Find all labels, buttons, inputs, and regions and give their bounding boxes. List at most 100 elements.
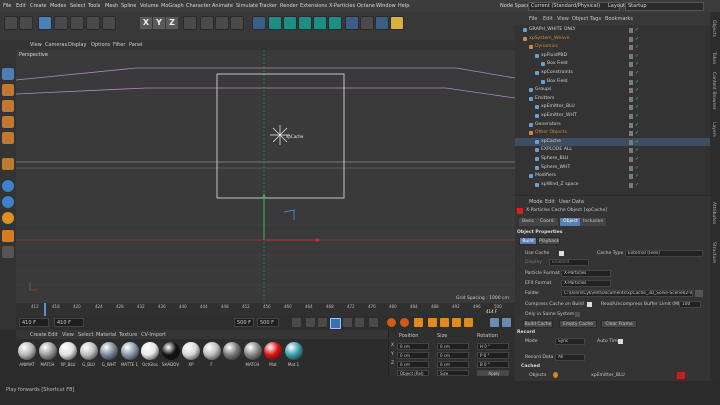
enabled-check-icon[interactable]: ✓ [635, 45, 640, 50]
enabled-check-icon[interactable]: ✓ [635, 131, 640, 136]
next-frame-icon[interactable] [343, 318, 352, 327]
enabled-check-icon[interactable]: ✓ [635, 28, 640, 33]
enabled-check-icon[interactable]: ✓ [635, 96, 640, 102]
object-list-item[interactable]: Sphere_WHT ✓ [515, 164, 710, 173]
vp-menu-filter[interactable]: Filter [113, 42, 125, 48]
environment-icon[interactable] [360, 16, 374, 30]
mat-menu-create[interactable]: Create [30, 332, 47, 338]
render-settings-icon[interactable] [230, 16, 244, 30]
lock-workplane-icon[interactable] [2, 212, 14, 224]
move-tool-icon[interactable] [54, 16, 68, 30]
object-list-item[interactable]: xpCache ✓ [515, 137, 710, 147]
vtab-layers[interactable]: Layers [711, 122, 716, 137]
compress-cache-checkbox[interactable] [587, 302, 592, 307]
visibility-dots-icon[interactable] [629, 88, 633, 94]
menu-animate[interactable]: Animate [212, 3, 233, 9]
clear-frame-button[interactable]: Clear Frame [601, 320, 637, 328]
y-axis-lock-button[interactable]: Y [153, 17, 165, 29]
timeline-ruler[interactable]: 412 418 420 424 428 432 436 440 444 448 … [16, 303, 515, 316]
apply-button[interactable]: Apply [477, 370, 509, 376]
menu-extensions[interactable]: Extensions [300, 3, 327, 9]
enabled-check-icon[interactable]: ✓ [635, 79, 640, 85]
object-list-item[interactable]: Generators ✓ [515, 121, 710, 130]
vp-menu-cameras[interactable]: Cameras [45, 42, 67, 48]
visibility-dots-icon[interactable] [629, 182, 633, 188]
material-swatch[interactable] [59, 342, 77, 360]
visibility-dots-icon[interactable] [629, 71, 633, 76]
object-list-item[interactable]: xpEmitter_WHT ✓ [515, 112, 710, 121]
om-menu-bookmarks[interactable]: Bookmarks [605, 16, 633, 22]
vtab-objects[interactable]: Objects [711, 20, 716, 37]
object-list-item[interactable]: Sphere_BLU ✓ [515, 155, 710, 164]
make-editable-icon[interactable] [2, 68, 14, 80]
menu-edit[interactable]: Edit [16, 3, 26, 9]
previous-frame-icon[interactable] [318, 318, 327, 327]
visibility-dots-icon[interactable] [629, 62, 633, 68]
menu-mesh[interactable]: Mesh [105, 3, 118, 9]
enabled-check-icon[interactable]: ✓ [635, 122, 640, 128]
visibility-dots-icon[interactable] [629, 165, 633, 171]
size-y-field[interactable]: 0 cm [437, 352, 469, 359]
start-frame-field[interactable]: 410 F [19, 318, 49, 327]
undo-icon[interactable] [4, 16, 18, 30]
light-icon[interactable] [390, 16, 404, 30]
om-menu-tags[interactable]: Tags [590, 16, 601, 22]
material-swatch[interactable] [120, 342, 139, 360]
visibility-dots-icon[interactable] [629, 79, 633, 85]
render-view-icon[interactable] [200, 16, 214, 30]
enabled-check-icon[interactable]: ✓ [635, 62, 640, 67]
select-tool-icon[interactable] [38, 16, 52, 30]
mat-menu-cv-import[interactable]: CV-Import [141, 332, 166, 338]
visibility-dots-icon[interactable] [629, 122, 633, 128]
menu-window[interactable]: Window [376, 3, 396, 9]
object-list-item[interactable]: GRAPH_WHITE ONLY ✓ [515, 26, 710, 35]
points-mode-icon[interactable] [2, 116, 14, 128]
menu-help[interactable]: Help [398, 3, 409, 9]
enabled-check-icon[interactable]: ✓ [635, 139, 640, 145]
only-same-system-checkbox[interactable] [575, 312, 580, 317]
menu-xparticles[interactable]: X-Particles [329, 3, 355, 9]
subtab-playback[interactable]: Playback [538, 237, 560, 245]
go-to-end-icon[interactable] [369, 318, 378, 327]
cache-type-select[interactable]: External (Files) [625, 250, 703, 257]
mat-menu-edit[interactable]: Edit [48, 332, 58, 338]
recent-tools-icon[interactable] [102, 16, 116, 30]
edges-mode-icon[interactable] [2, 132, 14, 144]
cloner-icon[interactable] [283, 16, 297, 30]
key-rotation-icon[interactable] [440, 318, 449, 327]
enabled-check-icon[interactable]: ✓ [635, 36, 640, 42]
key-position-icon[interactable] [428, 318, 437, 327]
object-list-item[interactable]: Emitters ✓ [515, 95, 710, 104]
coordinate-system-icon[interactable] [183, 16, 197, 30]
attr-menu-mode[interactable]: Mode [529, 199, 543, 205]
play-forwards-icon[interactable] [330, 318, 341, 329]
object-list-item[interactable]: xpSystem_Weave ✓ [515, 35, 710, 44]
material-swatch[interactable] [182, 342, 200, 360]
menu-mograph[interactable]: MoGraph [161, 3, 184, 9]
material-swatch[interactable] [100, 342, 118, 360]
texture-mode-icon[interactable] [2, 100, 14, 112]
visibility-dots-icon[interactable] [629, 131, 633, 137]
cached-object-name[interactable]: xpEmitter_BLU [591, 373, 625, 378]
tab-inclusion[interactable]: Inclusion [580, 218, 607, 226]
tab-coord[interactable]: Coord. [537, 218, 559, 226]
vtab-attributes[interactable]: Attributes [711, 202, 716, 224]
object-list-item[interactable]: xpConstraints ✓ [515, 69, 710, 78]
record-mode-select[interactable]: Sync [555, 338, 585, 345]
object-list-item[interactable]: Dynamics ✓ [515, 43, 710, 52]
vtab-takes[interactable]: Takes [711, 52, 716, 64]
auto-time-checkbox[interactable] [618, 339, 623, 344]
rotation-b-field[interactable]: B 0 ° [477, 361, 509, 368]
attr-menu-edit[interactable]: Edit [545, 199, 555, 205]
mat-menu-select[interactable]: Select [78, 332, 93, 338]
empty-cache-button[interactable]: Empty Cache [559, 320, 597, 328]
buffer-limit-field[interactable]: 100 [679, 301, 701, 308]
menu-volume[interactable]: Volume [140, 3, 159, 9]
menu-file[interactable]: File [3, 3, 11, 9]
end-frame-field[interactable]: 500 F [257, 318, 279, 327]
coordinate-mode-select[interactable]: Object (Rel) [397, 370, 429, 376]
object-list-item[interactable]: xpFluidPBD ✓ [515, 52, 710, 61]
object-list-item[interactable]: Box Field ✓ [515, 78, 710, 87]
size-x-field[interactable]: 0 cm [437, 343, 469, 350]
3d-viewport[interactable]: Perspective xpCache Grid Spacing : 1000 … [16, 50, 515, 303]
